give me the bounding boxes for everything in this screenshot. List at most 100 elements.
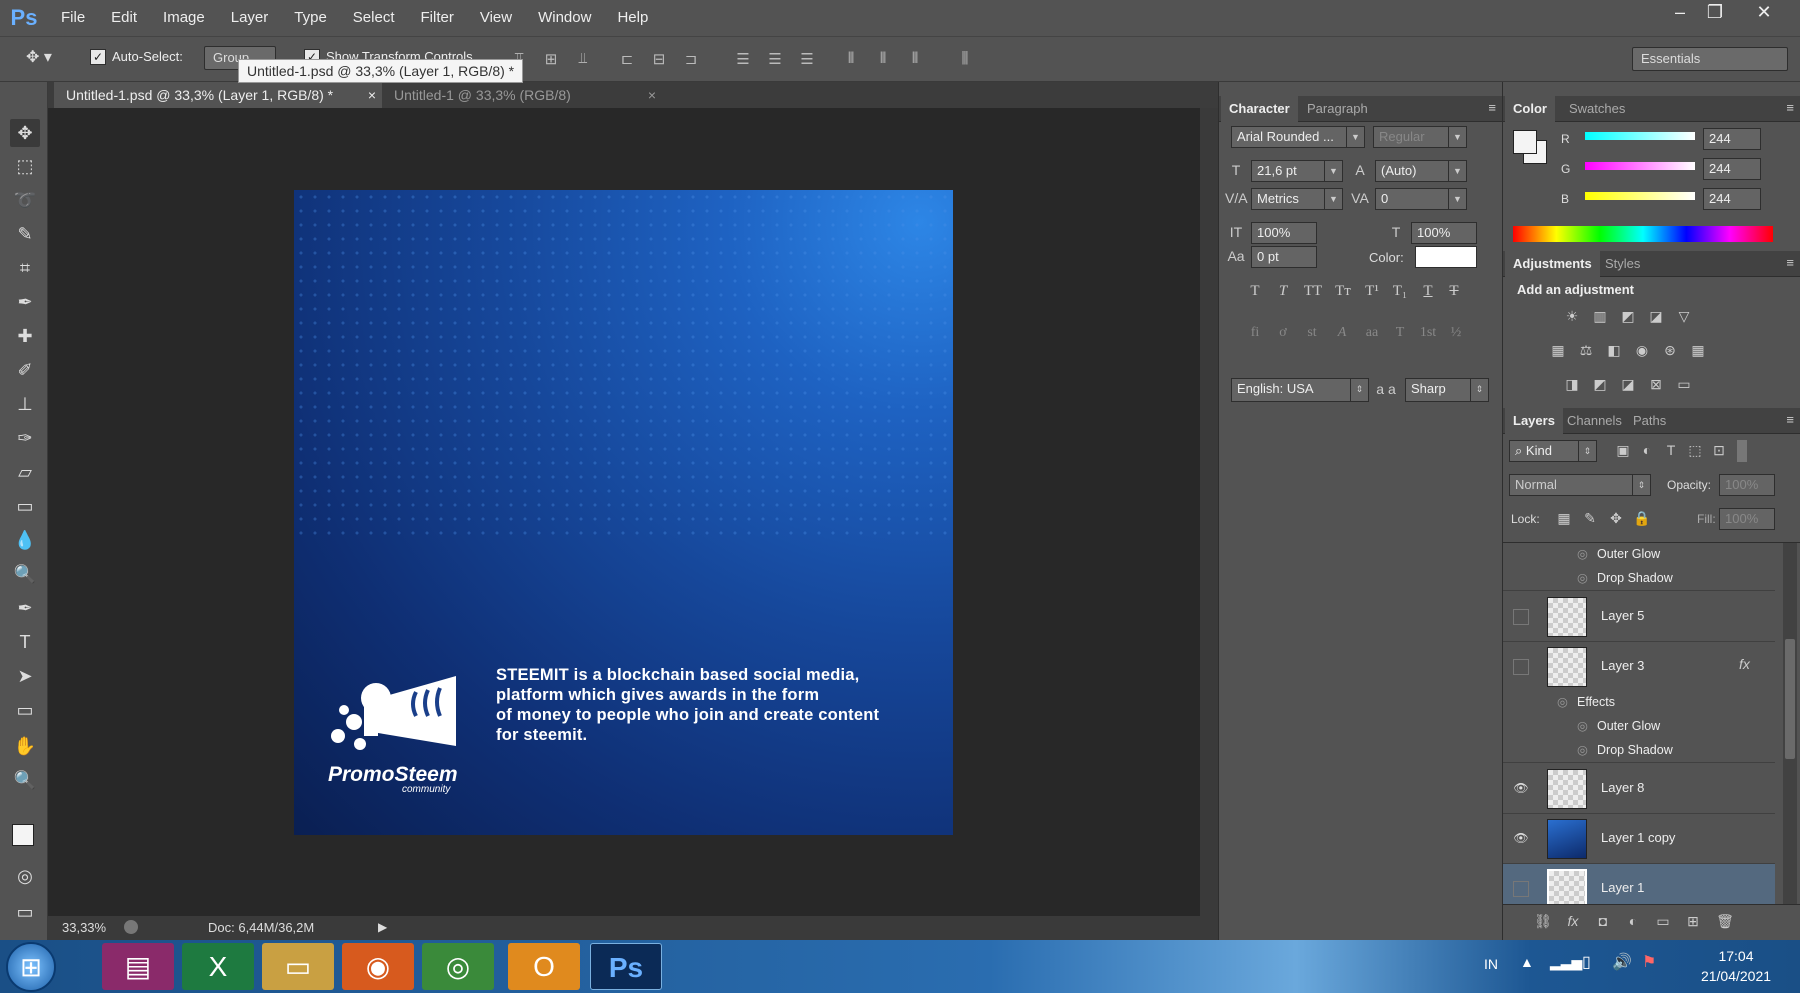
eye-icon[interactable]: 👁 xyxy=(1513,831,1529,847)
clock-date[interactable]: 21/04/2021 xyxy=(1680,968,1792,984)
fill-input[interactable]: 100% xyxy=(1719,508,1775,530)
vibrance-icon[interactable]: ▽ xyxy=(1673,308,1695,325)
quick-select-tool-icon[interactable]: ✎ xyxy=(10,220,40,248)
eye-icon[interactable]: ◎ xyxy=(1577,546,1588,561)
explorer-taskbar-icon[interactable]: ▭ xyxy=(262,943,334,990)
eye-icon[interactable]: ◎ xyxy=(1577,742,1588,757)
add-mask-icon[interactable]: ◘ xyxy=(1593,913,1613,929)
scrollbar-thumb[interactable] xyxy=(1785,639,1795,759)
leading-input[interactable]: (Auto) ▼ xyxy=(1375,160,1467,182)
gradient-map-icon[interactable]: ▭ xyxy=(1673,376,1695,393)
menu-edit[interactable]: Edit xyxy=(98,0,150,36)
layer-row[interactable]: Layer 5 xyxy=(1503,592,1775,642)
minimize-button[interactable]: – xyxy=(1660,0,1700,26)
layer-row[interactable]: 👁 Layer 1 copy xyxy=(1503,814,1775,864)
align-bottom-icon[interactable]: ⫫ xyxy=(572,50,594,70)
selective-color-icon[interactable]: ⊠ xyxy=(1645,376,1667,393)
distribute-bottom-icon[interactable]: ☰ xyxy=(796,50,818,70)
effect-row[interactable]: ◎ Outer Glow xyxy=(1503,715,1775,739)
dodge-tool-icon[interactable]: 🔍 xyxy=(10,560,40,588)
visibility-toggle[interactable] xyxy=(1513,609,1529,625)
strikethrough-button[interactable]: T xyxy=(1443,283,1465,300)
distribute-top-icon[interactable]: ☰ xyxy=(732,50,754,70)
ligatures-button[interactable]: fi xyxy=(1245,325,1265,341)
eye-icon[interactable]: ◎ xyxy=(1577,718,1588,733)
hue-saturation-icon[interactable]: ▦ xyxy=(1547,342,1569,359)
lock-position-icon[interactable]: ✥ xyxy=(1607,510,1625,527)
menu-file[interactable]: File xyxy=(48,0,98,36)
effect-row[interactable]: ◎ Drop Shadow xyxy=(1503,739,1775,763)
gradient-tool-icon[interactable]: ▭ xyxy=(10,492,40,520)
battery-icon[interactable]: ▯ xyxy=(1582,952,1591,972)
chrome-taskbar-icon[interactable]: ◎ xyxy=(422,943,494,990)
titling-alternates-button[interactable]: T xyxy=(1389,325,1411,341)
tab-paragraph[interactable]: Paragraph xyxy=(1299,96,1376,122)
font-style-dropdown[interactable]: Regular ▼ xyxy=(1373,126,1467,148)
lock-transparent-icon[interactable]: ▦ xyxy=(1555,510,1573,527)
menu-image[interactable]: Image xyxy=(150,0,218,36)
brightness-icon[interactable]: ☀ xyxy=(1561,308,1583,325)
vertical-scale-input[interactable]: 100% xyxy=(1251,222,1317,244)
excel-taskbar-icon[interactable]: X xyxy=(182,943,254,990)
move-tool-preset-icon[interactable]: ✥ ▾ xyxy=(26,47,72,71)
tab-layers[interactable]: Layers xyxy=(1505,408,1563,434)
lock-image-icon[interactable]: ✎ xyxy=(1581,510,1599,527)
levels-icon[interactable]: ▥ xyxy=(1589,308,1611,325)
doc-tab-inactive[interactable]: Untitled-1 @ 33,3% (RGB/8) × xyxy=(382,82,662,108)
tray-expand-icon[interactable]: ▲ xyxy=(1520,954,1534,970)
status-menu-arrow-icon[interactable]: ▶ xyxy=(378,920,387,934)
channel-b-input[interactable]: 244 xyxy=(1703,188,1761,210)
color-lookup-icon[interactable]: ▦ xyxy=(1687,342,1709,359)
color-balance-icon[interactable]: ⚖ xyxy=(1575,342,1597,359)
marquee-tool-icon[interactable]: ⬚ xyxy=(10,152,40,180)
channel-r-slider[interactable] xyxy=(1585,132,1695,140)
small-caps-button[interactable]: Tт xyxy=(1331,283,1355,300)
antialias-dropdown[interactable]: Sharp ⇕ xyxy=(1405,378,1489,402)
posterize-icon[interactable]: ◩ xyxy=(1589,376,1611,393)
layer-row[interactable]: 👁 Layer 8 xyxy=(1503,764,1775,814)
align-vcenter-icon[interactable]: ⊞ xyxy=(540,50,562,70)
fx-badge[interactable]: fx xyxy=(1739,656,1750,672)
menu-select[interactable]: Select xyxy=(340,0,408,36)
add-style-icon[interactable]: fx xyxy=(1563,913,1583,929)
channel-b-slider[interactable] xyxy=(1585,192,1695,200)
type-tool-icon[interactable]: T xyxy=(10,628,40,656)
menu-layer[interactable]: Layer xyxy=(218,0,282,36)
path-select-icon[interactable]: ➤ xyxy=(10,662,40,690)
new-layer-icon[interactable]: ⊞ xyxy=(1683,913,1703,930)
menu-view[interactable]: View xyxy=(467,0,525,36)
foreground-color-swatch[interactable] xyxy=(12,824,34,846)
crop-tool-icon[interactable]: ⌗ xyxy=(10,254,40,282)
panel-menu-icon[interactable]: ≡ xyxy=(1488,100,1496,115)
workspace-dropdown[interactable]: Essentials xyxy=(1632,47,1788,71)
swash-button[interactable]: A xyxy=(1331,325,1353,341)
layer-row-selected[interactable]: Layer 1 xyxy=(1503,864,1775,904)
document-canvas[interactable]: PromoSteem community STEEMIT is a blockc… xyxy=(294,190,953,835)
new-group-icon[interactable]: ▭ xyxy=(1653,913,1673,930)
firefox-taskbar-icon[interactable]: ◉ xyxy=(342,943,414,990)
effect-row[interactable]: ◎ Outer Glow xyxy=(1503,543,1775,567)
start-button[interactable]: ⊞ xyxy=(6,942,56,992)
kerning-dropdown[interactable]: Metrics ▼ xyxy=(1251,188,1343,210)
faux-italic-button[interactable]: T xyxy=(1273,283,1293,300)
exposure-icon[interactable]: ◪ xyxy=(1645,308,1667,325)
action-center-icon[interactable]: ⚑ xyxy=(1642,952,1656,972)
close-button[interactable]: ✕ xyxy=(1744,0,1784,26)
opacity-input[interactable]: 100% xyxy=(1719,474,1775,496)
underline-button[interactable]: T xyxy=(1417,283,1439,300)
eye-icon[interactable]: ◎ xyxy=(1577,570,1588,585)
pen-tool-icon[interactable]: ✒ xyxy=(10,594,40,622)
status-icon[interactable] xyxy=(124,920,138,934)
align-left-icon[interactable]: ⊏ xyxy=(616,50,638,70)
channel-g-slider[interactable] xyxy=(1585,162,1695,170)
old-style-button[interactable]: ơ xyxy=(1273,325,1293,341)
all-caps-button[interactable]: TT xyxy=(1301,283,1325,300)
invert-icon[interactable]: ◨ xyxy=(1561,376,1583,393)
menu-filter[interactable]: Filter xyxy=(408,0,467,36)
text-color-swatch[interactable] xyxy=(1415,246,1477,268)
align-hcenter-icon[interactable]: ⊟ xyxy=(648,50,670,70)
effect-row[interactable]: ◎ Drop Shadow xyxy=(1503,567,1775,591)
filter-type-icon[interactable]: T xyxy=(1661,442,1681,458)
language-indicator[interactable]: IN xyxy=(1484,956,1498,972)
black-white-icon[interactable]: ◧ xyxy=(1603,342,1625,359)
